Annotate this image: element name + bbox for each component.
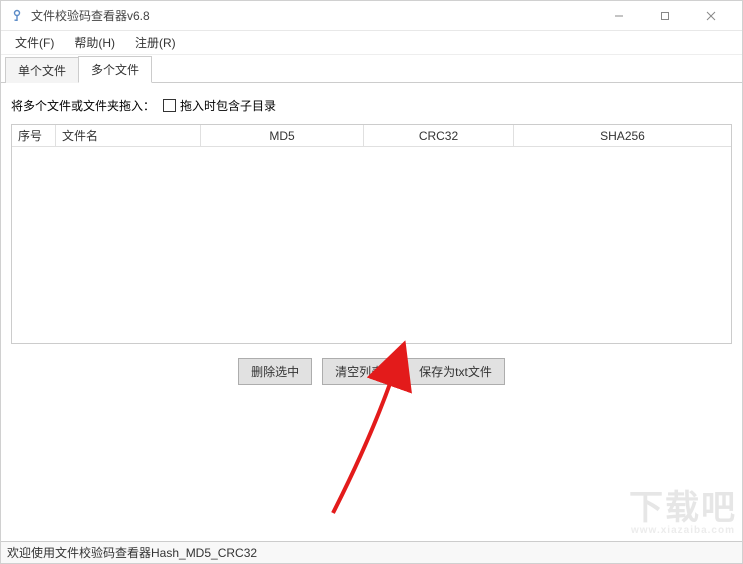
status-text: 欢迎使用文件校验码查看器Hash_MD5_CRC32: [7, 544, 257, 561]
tab-single-file[interactable]: 单个文件: [5, 57, 79, 83]
titlebar: 文件校验码查看器v6.8: [1, 1, 742, 31]
save-txt-button[interactable]: 保存为txt文件: [406, 358, 505, 385]
col-index[interactable]: 序号: [12, 125, 56, 146]
option-row: 将多个文件或文件夹拖入： 拖入时包含子目录: [11, 97, 732, 114]
window-controls: [596, 1, 734, 31]
app-icon: [9, 8, 25, 24]
checkbox-box-icon: [163, 99, 176, 112]
delete-selected-button[interactable]: 删除选中: [238, 358, 312, 385]
file-table[interactable]: 序号 文件名 MD5 CRC32 SHA256: [11, 124, 732, 344]
col-sha256[interactable]: SHA256: [514, 125, 731, 146]
close-button[interactable]: [688, 1, 734, 31]
clear-list-button[interactable]: 清空列表: [322, 358, 396, 385]
menubar: 文件(F) 帮助(H) 注册(R): [1, 31, 742, 55]
drag-hint-label: 将多个文件或文件夹拖入：: [11, 97, 155, 114]
table-header: 序号 文件名 MD5 CRC32 SHA256: [12, 125, 731, 147]
statusbar: 欢迎使用文件校验码查看器Hash_MD5_CRC32: [1, 541, 742, 563]
tab-multi-file[interactable]: 多个文件: [78, 56, 152, 83]
maximize-button[interactable]: [642, 1, 688, 31]
include-subdir-label: 拖入时包含子目录: [180, 97, 276, 114]
window-title: 文件校验码查看器v6.8: [31, 7, 596, 24]
col-filename[interactable]: 文件名: [56, 125, 201, 146]
menu-register[interactable]: 注册(R): [125, 31, 186, 54]
menu-file[interactable]: 文件(F): [5, 31, 64, 54]
action-buttons: 删除选中 清空列表 保存为txt文件: [11, 358, 732, 385]
include-subdir-checkbox[interactable]: 拖入时包含子目录: [163, 97, 276, 114]
content-area: 将多个文件或文件夹拖入： 拖入时包含子目录 序号 文件名 MD5 CRC32 S…: [1, 83, 742, 393]
menu-help[interactable]: 帮助(H): [64, 31, 125, 54]
app-window: 文件校验码查看器v6.8 文件(F) 帮助(H) 注册(R) 单个文件 多个文件…: [0, 0, 743, 564]
tab-strip: 单个文件 多个文件: [1, 57, 742, 83]
col-crc32[interactable]: CRC32: [364, 125, 514, 146]
minimize-button[interactable]: [596, 1, 642, 31]
col-md5[interactable]: MD5: [201, 125, 364, 146]
